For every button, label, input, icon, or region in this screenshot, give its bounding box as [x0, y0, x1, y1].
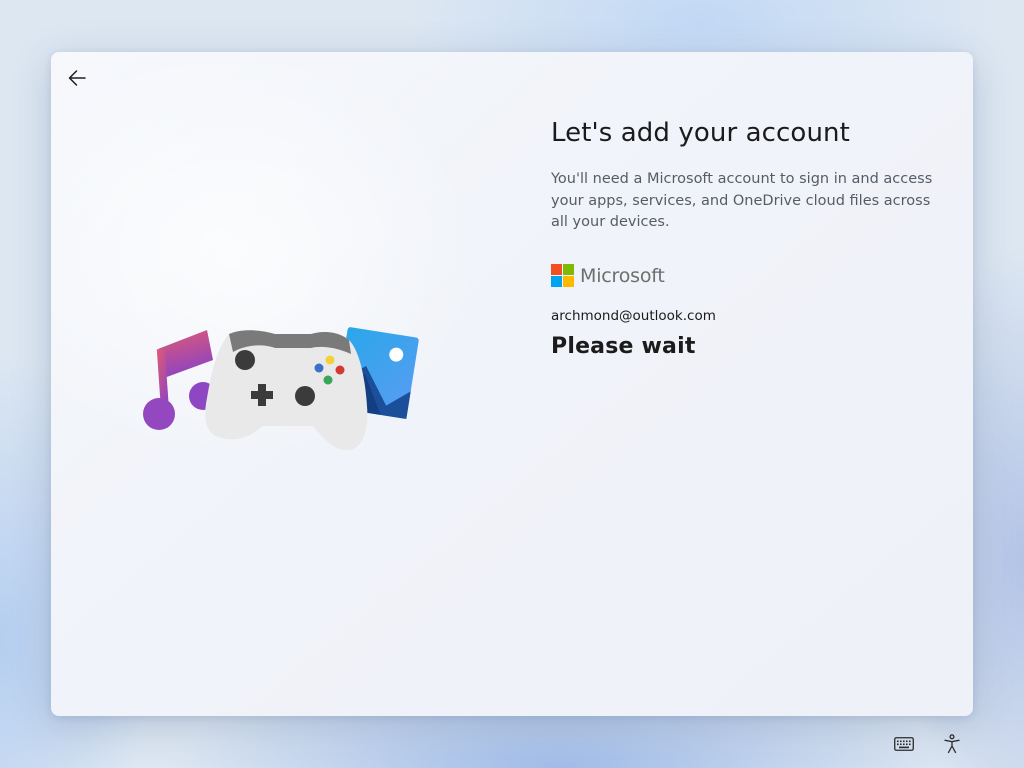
microsoft-logo: Microsoft: [551, 264, 941, 288]
arrow-left-icon: [68, 70, 86, 86]
account-email: archmond@outlook.com: [551, 307, 716, 324]
page-description: You'll need a Microsoft account to sign …: [551, 171, 933, 230]
accessibility-icon: [944, 734, 960, 754]
status-text: Please wait: [551, 333, 696, 359]
microsoft-squares-icon: [551, 264, 574, 287]
keyboard-icon: [894, 737, 914, 751]
microsoft-wordmark: Microsoft: [580, 264, 665, 287]
illustration: [143, 327, 419, 451]
accessibility-button[interactable]: [940, 732, 964, 756]
back-button[interactable]: [63, 64, 91, 92]
game-controller-icon: [205, 330, 368, 451]
content-panel: Let's add your account You'll need a Mic…: [551, 116, 941, 359]
setup-card: Let's add your account You'll need a Mic…: [51, 52, 973, 716]
page-title: Let's add your account: [551, 118, 850, 148]
keyboard-button[interactable]: [892, 732, 916, 756]
